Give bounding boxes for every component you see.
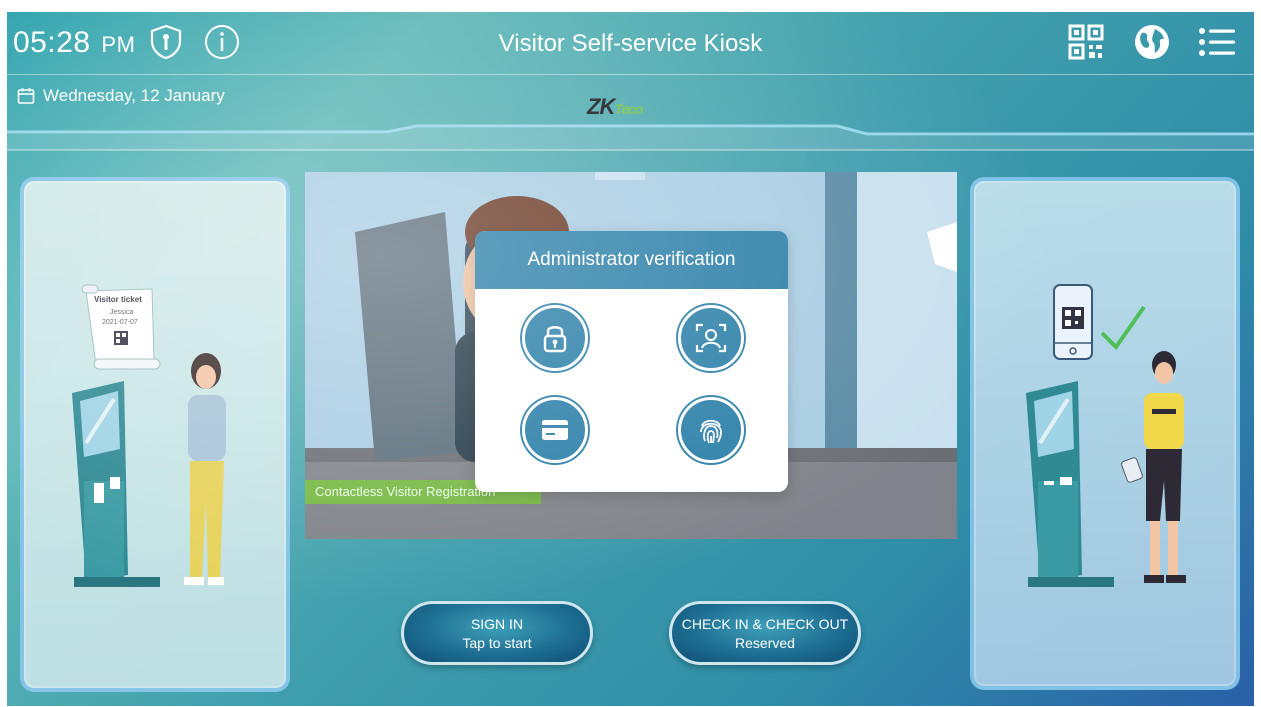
password-verify-button[interactable]: [522, 305, 588, 371]
password-lock-icon: [543, 326, 567, 353]
ticket-date: 2021-07-07: [102, 319, 138, 326]
visitor-ticket-illustration: Visitor ticket Jessica 2021-07-07: [72, 284, 226, 587]
face-verify-button[interactable]: [678, 305, 744, 371]
header-divider: [7, 74, 1254, 75]
checkmark-icon: [1100, 305, 1146, 351]
logo-zk: ZK: [587, 94, 615, 119]
globe-language-icon[interactable]: [1133, 23, 1171, 61]
date-text: Wednesday, 12 January: [43, 86, 225, 105]
phone-qr-icon: [1062, 307, 1084, 329]
sign-in-button[interactable]: SIGN IN Tap to start: [401, 601, 593, 665]
sign-in-label: SIGN IN: [470, 615, 524, 632]
admin-verification-dialog: Administrator verification: [475, 231, 788, 492]
zkteco-logo: ZKTeco: [587, 94, 643, 120]
check-in-out-sublabel: Reserved: [735, 634, 795, 651]
logo-teco: Teco: [614, 101, 643, 117]
top-status-bar: 05:28 PM Visitor Self-service Kiosk: [7, 12, 1254, 74]
ticket-title: Visitor ticket: [94, 295, 142, 304]
sign-in-sublabel: Tap to start: [462, 634, 532, 651]
check-in-out-label: CHECK IN & CHECK OUT: [681, 615, 849, 632]
right-illustration-panel: [970, 177, 1240, 690]
calendar-icon: [17, 88, 35, 104]
qr-checkin-illustration: [1026, 284, 1186, 587]
decorative-band: [7, 124, 1254, 151]
ticket-name: Jessica: [110, 309, 133, 316]
date-display: Wednesday, 12 January: [17, 86, 225, 106]
card-icon: [542, 420, 568, 440]
face-recognition-icon: [695, 323, 727, 353]
ticket-qr-icon: [114, 331, 128, 345]
fingerprint-verify-button[interactable]: [678, 397, 744, 463]
kiosk-screen: 05:28 PM Visitor Self-service Kiosk Wedn…: [7, 12, 1254, 706]
qr-code-icon[interactable]: [1067, 23, 1105, 61]
check-in-out-button[interactable]: CHECK IN & CHECK OUT Reserved: [669, 601, 861, 665]
card-verify-button[interactable]: [522, 397, 588, 463]
dialog-title: Administrator verification: [475, 231, 788, 289]
left-illustration-panel: Visitor ticket Jessica 2021-07-07: [20, 177, 290, 692]
menu-list-icon[interactable]: [1195, 23, 1239, 61]
fingerprint-icon: [700, 419, 722, 444]
